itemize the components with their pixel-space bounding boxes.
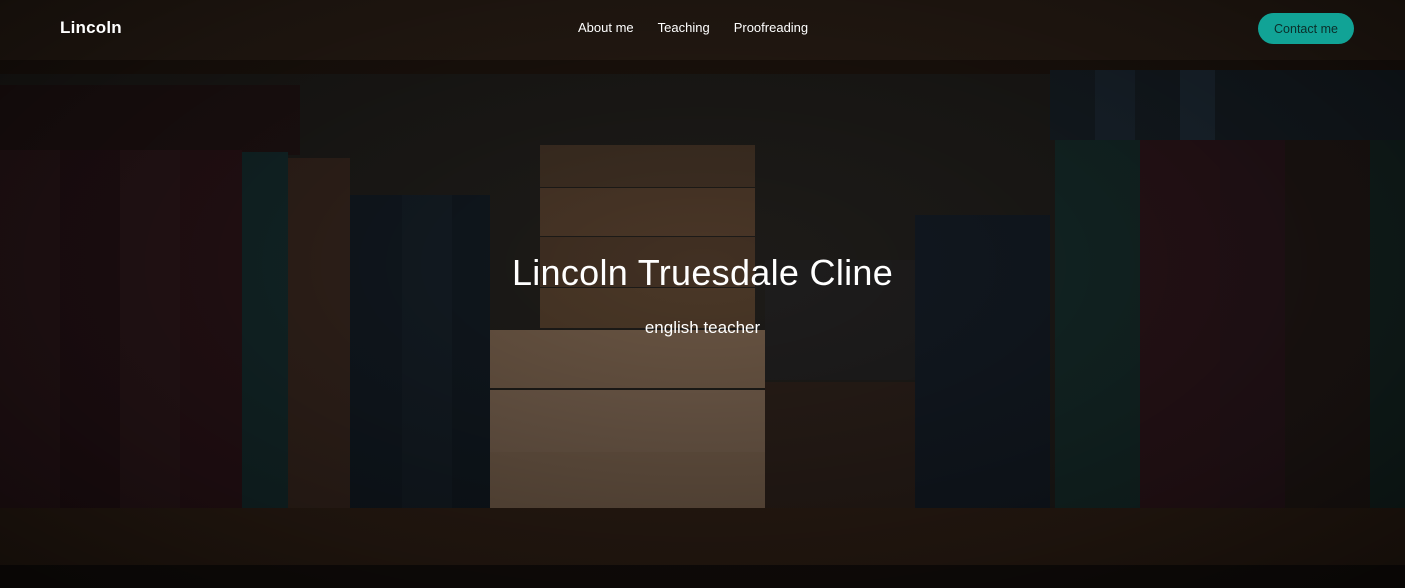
top-navbar: Lincoln About me Teaching Proofreading C… [0,0,1405,58]
hero-title: Lincoln Truesdale Cline [511,252,894,293]
nav-link-about-me[interactable]: About me [578,20,634,35]
nav-link-proofreading[interactable]: Proofreading [734,20,808,35]
contact-me-button[interactable]: Contact me [1258,13,1354,44]
nav-link-teaching[interactable]: Teaching [658,20,710,35]
hero-subtitle: english teacher [644,318,761,337]
hero-dark-overlay [0,0,1405,588]
nav-links: About me Teaching Proofreading [578,20,808,35]
hero-section [0,0,1405,588]
brand-logo-link[interactable]: Lincoln [60,18,122,38]
